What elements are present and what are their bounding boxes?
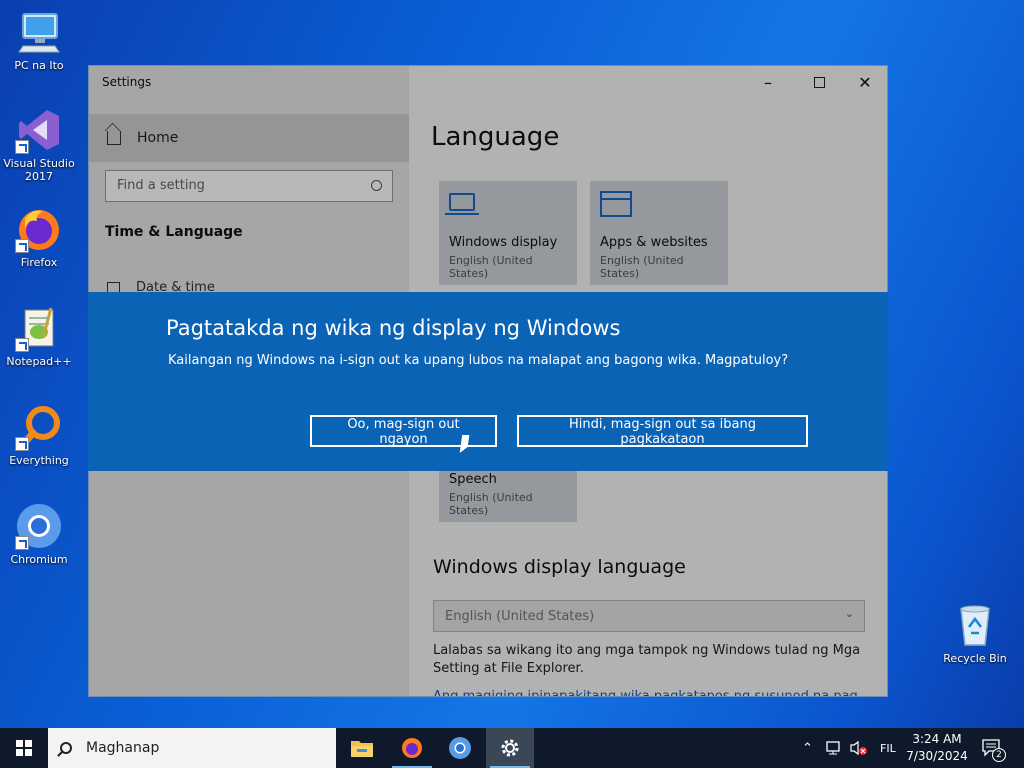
recycle-bin-icon xyxy=(951,601,999,649)
taskbar-search-box[interactable]: Maghanap xyxy=(48,728,336,768)
desktop-icon-label: Everything xyxy=(9,454,69,467)
desktop-icon-firefox[interactable]: Firefox xyxy=(1,205,77,269)
everything-search-icon xyxy=(15,403,63,451)
desktop-icon-visual-studio[interactable]: Visual Studio 2017 xyxy=(1,106,77,183)
dialog-message: Kailangan ng Windows na i-sign out ka up… xyxy=(168,353,789,368)
shortcut-arrow-icon xyxy=(15,536,29,550)
start-button[interactable] xyxy=(0,728,48,768)
action-center-button[interactable]: 2 xyxy=(982,728,1006,768)
desktop-icon-everything[interactable]: Everything xyxy=(1,403,77,467)
shortcut-arrow-icon xyxy=(15,437,29,451)
input-language-indicator[interactable]: FIL xyxy=(880,728,896,768)
sign-out-later-button[interactable]: Hindi, mag-sign out sa ibang pagkakataon xyxy=(517,415,808,447)
shortcut-arrow-icon xyxy=(15,239,29,253)
chevron-up-icon: ⌃ xyxy=(802,740,813,756)
notification-count-badge: 2 xyxy=(992,748,1006,762)
taskbar-settings[interactable] xyxy=(486,728,534,768)
taskbar: Maghanap ⌃ FIL 3:24 AM 7/30/2024 2 xyxy=(0,728,1024,768)
desktop-icon-label: Firefox xyxy=(20,256,58,269)
folder-icon xyxy=(351,741,373,757)
network-button[interactable] xyxy=(826,728,844,768)
show-hidden-icons-button[interactable]: ⌃ xyxy=(802,728,813,768)
taskbar-chromium[interactable] xyxy=(436,728,484,768)
clock-date: 7/30/2024 xyxy=(906,749,968,763)
desktop-icon-this-pc[interactable]: PC na Ito xyxy=(1,8,77,72)
computer-icon xyxy=(15,8,63,56)
volume-button[interactable] xyxy=(850,728,868,768)
network-icon xyxy=(826,741,840,755)
taskbar-clock[interactable]: 3:24 AM 7/30/2024 xyxy=(902,731,972,765)
desktop-icon-label: Visual Studio 2017 xyxy=(3,157,75,183)
shortcut-arrow-icon xyxy=(15,338,29,352)
windows-logo-icon xyxy=(16,740,32,756)
sign-out-now-button[interactable]: Oo, mag-sign out ngayon xyxy=(310,415,497,447)
input-language-label: FIL xyxy=(880,741,896,755)
chromium-icon xyxy=(449,737,471,759)
taskbar-file-explorer[interactable] xyxy=(338,728,386,768)
desktop-icon-label: Chromium xyxy=(10,553,68,566)
visual-studio-icon xyxy=(15,106,63,154)
clock-time: 3:24 AM xyxy=(912,732,962,746)
shortcut-arrow-icon xyxy=(15,140,29,154)
gear-icon xyxy=(501,739,519,757)
volume-muted-icon xyxy=(850,740,867,756)
sign-out-dialog: Pagtatakda ng wika ng display ng Windows… xyxy=(88,292,888,471)
taskbar-search-placeholder: Maghanap xyxy=(86,740,160,756)
chromium-icon xyxy=(15,502,63,550)
notepadpp-icon xyxy=(15,304,63,352)
taskbar-firefox[interactable] xyxy=(388,728,436,768)
desktop-icon-chromium[interactable]: Chromium xyxy=(1,502,77,566)
desktop-icon-label: Recycle Bin xyxy=(943,652,1007,665)
desktop-icon-label: Notepad++ xyxy=(6,355,72,368)
firefox-icon xyxy=(402,738,422,758)
dialog-title: Pagtatakda ng wika ng display ng Windows xyxy=(166,316,621,340)
firefox-icon xyxy=(15,205,63,253)
desktop-icon-recycle-bin[interactable]: Recycle Bin xyxy=(937,601,1013,665)
search-icon xyxy=(60,742,72,754)
desktop-icon-label: PC na Ito xyxy=(14,59,64,72)
desktop-icon-notepadpp[interactable]: Notepad++ xyxy=(1,304,77,368)
